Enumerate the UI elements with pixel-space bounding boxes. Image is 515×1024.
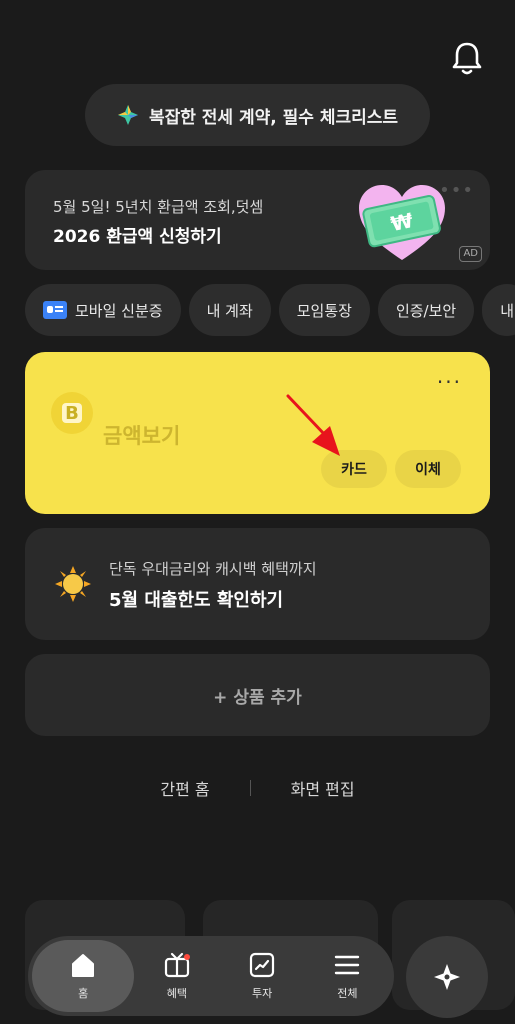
edit-screen-link[interactable]: 화면 편집 (291, 776, 355, 800)
nav-invest[interactable]: 투자 (220, 940, 305, 1012)
chip-label: 인증/보안 (395, 301, 457, 320)
nav-label: 혜택 (166, 987, 188, 1000)
home-icon (72, 954, 95, 977)
checklist-banner[interactable]: 복잡한 전세 계약, 필수 체크리스트 (85, 84, 430, 146)
nav-label: 전체 (337, 987, 358, 1000)
nav-all[interactable]: 전체 (305, 940, 390, 1012)
nav-label: 투자 (252, 987, 273, 1000)
nav-label: 홈 (78, 987, 89, 1000)
chip-group-account[interactable]: 모임통장 (278, 284, 370, 336)
bottom-links: 간편 홈 화면 편집 (0, 776, 515, 800)
ad-subtitle: 5월 5일! 5년치 환급액 조회,덧셈 (53, 198, 264, 216)
nav-benefits[interactable]: 혜택 (134, 940, 219, 1012)
account-card[interactable]: B 금액보기 ··· 카드 이체 (25, 352, 490, 514)
loan-subtitle: 단독 우대금리와 캐시백 혜택까지 (109, 560, 317, 578)
id-card-icon (43, 301, 67, 319)
annotation-arrow-icon (286, 394, 340, 456)
loan-promo-card[interactable]: 단독 우대금리와 캐시백 혜택까지 5월 대출한도 확인하기 (25, 528, 490, 640)
ad-title: 2026 환급액 신청하기 (53, 227, 222, 247)
notification-bell-icon[interactable] (450, 40, 484, 76)
sparkle-icon (434, 964, 460, 990)
chip-label: 모바일 신분증 (75, 301, 163, 320)
chip-my-account[interactable]: 내 계좌 (188, 284, 271, 336)
nav-home[interactable]: 홈 (32, 940, 135, 1012)
ad-card[interactable]: 5월 5일! 5년치 환급액 조회,덧셈 2026 환급액 신청하기 ••• ₩… (25, 170, 490, 270)
chip-more[interactable]: 내 (482, 284, 515, 336)
ai-sparkle-button[interactable] (406, 936, 488, 1018)
transfer-button[interactable]: 이체 (395, 450, 461, 488)
sparkle-icon (117, 105, 138, 125)
chip-label: 모임통장 (296, 301, 352, 320)
chip-label: 내 (500, 301, 515, 320)
add-product-button[interactable]: + 상품 추가 (25, 654, 490, 736)
chart-icon (250, 952, 275, 978)
ad-badge: AD (459, 246, 482, 262)
more-options-icon[interactable]: ··· (437, 370, 462, 394)
chip-mobile-id[interactable]: 모바일 신분증 (25, 284, 181, 336)
bank-logo-icon: B (51, 392, 93, 434)
notification-dot (183, 954, 190, 960)
quick-chips: 모바일 신분증 내 계좌 모임통장 인증/보안 내 (25, 284, 515, 336)
banner-text: 복잡한 전세 계약, 필수 체크리스트 (148, 107, 399, 128)
sun-icon (55, 566, 91, 602)
menu-icon (335, 955, 360, 975)
simple-home-link[interactable]: 간편 홈 (160, 776, 209, 800)
divider (249, 780, 251, 796)
chip-label: 내 계좌 (206, 301, 253, 320)
bottom-nav: 홈 혜택 투자 전체 (28, 936, 394, 1016)
show-amount-button[interactable]: 금액보기 (103, 420, 180, 450)
add-product-label: + 상품 추가 (213, 687, 302, 708)
bank-logo-letter: B (62, 403, 82, 424)
money-heart-illustration: ₩ (359, 185, 445, 260)
chip-auth-security[interactable]: 인증/보안 (377, 284, 475, 336)
loan-title: 5월 대출한도 확인하기 (109, 590, 284, 611)
